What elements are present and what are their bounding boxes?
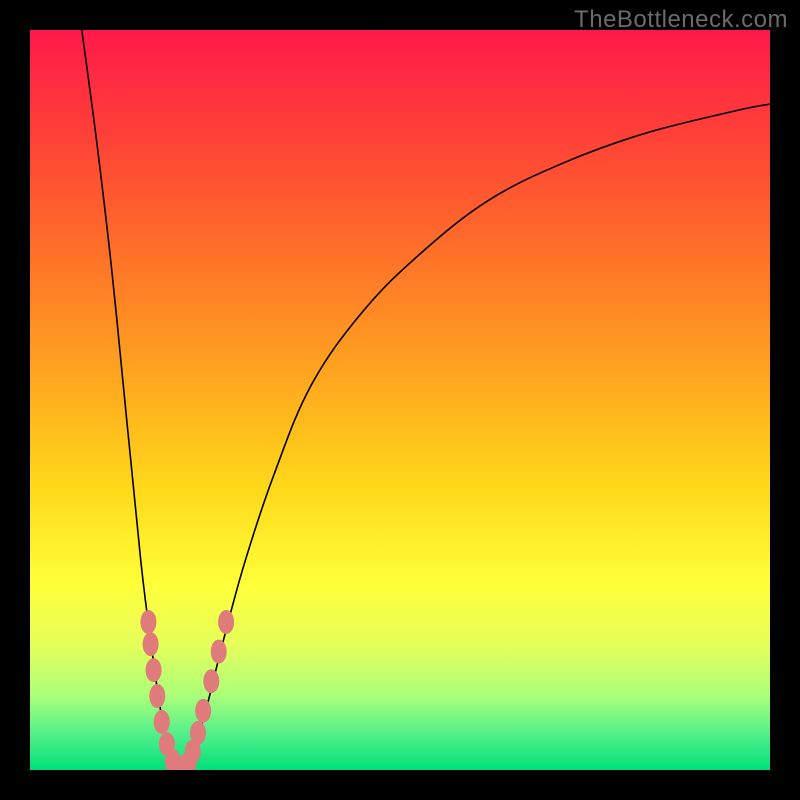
data-dot bbox=[203, 669, 219, 693]
data-dot bbox=[146, 658, 162, 682]
data-dot bbox=[154, 710, 170, 734]
data-dot bbox=[149, 684, 165, 708]
data-dot bbox=[195, 699, 211, 723]
data-dot bbox=[190, 721, 206, 745]
curve-layer bbox=[30, 30, 770, 770]
chart-frame: TheBottleneck.com bbox=[0, 0, 800, 800]
data-dots bbox=[140, 610, 234, 770]
data-dot bbox=[143, 632, 159, 656]
data-dot bbox=[211, 640, 227, 664]
curve-left-branch bbox=[82, 30, 178, 770]
data-dot bbox=[140, 610, 156, 634]
data-dot bbox=[218, 610, 234, 634]
curve-right-branch bbox=[178, 104, 770, 770]
plot-area bbox=[30, 30, 770, 770]
watermark-text: TheBottleneck.com bbox=[574, 6, 788, 34]
